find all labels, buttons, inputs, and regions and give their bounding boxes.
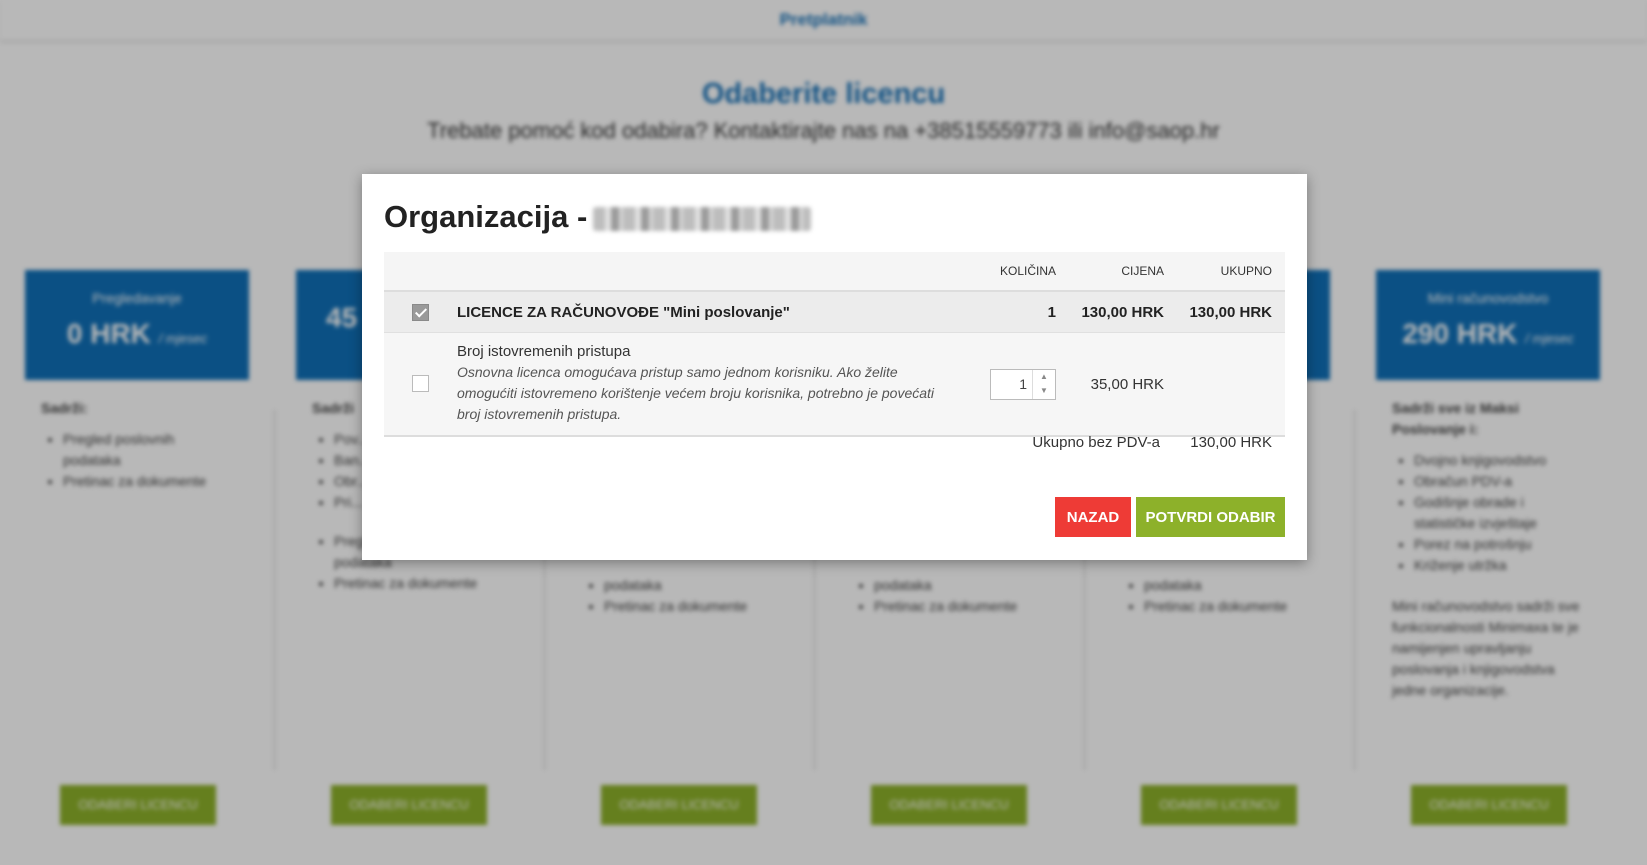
chevron-up-icon[interactable]: ▲ xyxy=(1033,370,1055,384)
header-price: CIJENA xyxy=(1069,252,1177,292)
option-checkbox[interactable] xyxy=(411,375,429,393)
back-button[interactable]: NAZAD xyxy=(1055,497,1131,537)
dialog-title: Organizacija - xyxy=(384,199,812,235)
confirm-selection-button[interactable]: POTVRDI ODABIR xyxy=(1136,497,1285,537)
header-quantity: KOLIČINA xyxy=(967,252,1069,292)
chevron-down-icon[interactable]: ▼ xyxy=(1033,384,1055,398)
main-license-total: 130,00 HRK xyxy=(1177,291,1285,333)
license-confirm-dialog: Organizacija - KOLIČINA CIJENA UKUPNO LI… xyxy=(362,174,1307,560)
main-license-name: LICENCE ZA RAČUNOVOĐE "Mini poslovanje" xyxy=(456,291,967,333)
quantity-value[interactable]: 1 xyxy=(991,370,1033,399)
quantity-stepper[interactable]: 1 ▲ ▼ xyxy=(990,368,1056,400)
option-description: Osnovna licenca omogućava pristup samo j… xyxy=(457,364,935,422)
header-name-col xyxy=(456,252,967,292)
option-title: Broj istovremenih pristupa xyxy=(457,343,631,360)
header-checkbox-col xyxy=(384,252,456,292)
redacted-organization-name xyxy=(593,206,812,231)
main-license-checkbox[interactable] xyxy=(411,303,429,321)
table-header-row: KOLIČINA CIJENA UKUPNO xyxy=(384,252,1285,292)
table-row-option: Broj istovremenih pristupa Osnovna licen… xyxy=(384,332,1285,437)
header-total: UKUPNO xyxy=(1177,252,1285,292)
table-row-main-license: LICENCE ZA RAČUNOVOĐE "Mini poslovanje" … xyxy=(384,291,1285,333)
option-price: 35,00 HRK xyxy=(1069,332,1177,437)
total-value: 130,00 HRK xyxy=(1190,434,1272,451)
total-label: Ukupno bez PDV-a xyxy=(1032,434,1160,451)
main-license-price: 130,00 HRK xyxy=(1069,291,1177,333)
totals-row: Ukupno bez PDV-a 130,00 HRK xyxy=(384,434,1285,464)
dialog-title-text: Organizacija - xyxy=(384,199,588,234)
main-license-quantity: 1 xyxy=(967,291,1069,333)
license-table: KOLIČINA CIJENA UKUPNO LICENCE ZA RAČUNO… xyxy=(384,252,1285,437)
